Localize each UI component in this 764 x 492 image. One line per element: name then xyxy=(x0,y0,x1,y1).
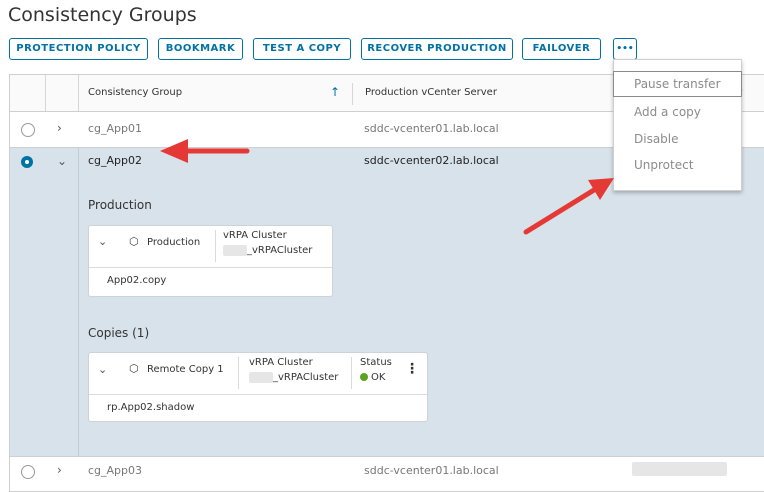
annotation-arrows xyxy=(160,139,614,235)
annotation-arrow-icon xyxy=(160,139,250,163)
annotation-arrow-icon xyxy=(523,178,614,235)
